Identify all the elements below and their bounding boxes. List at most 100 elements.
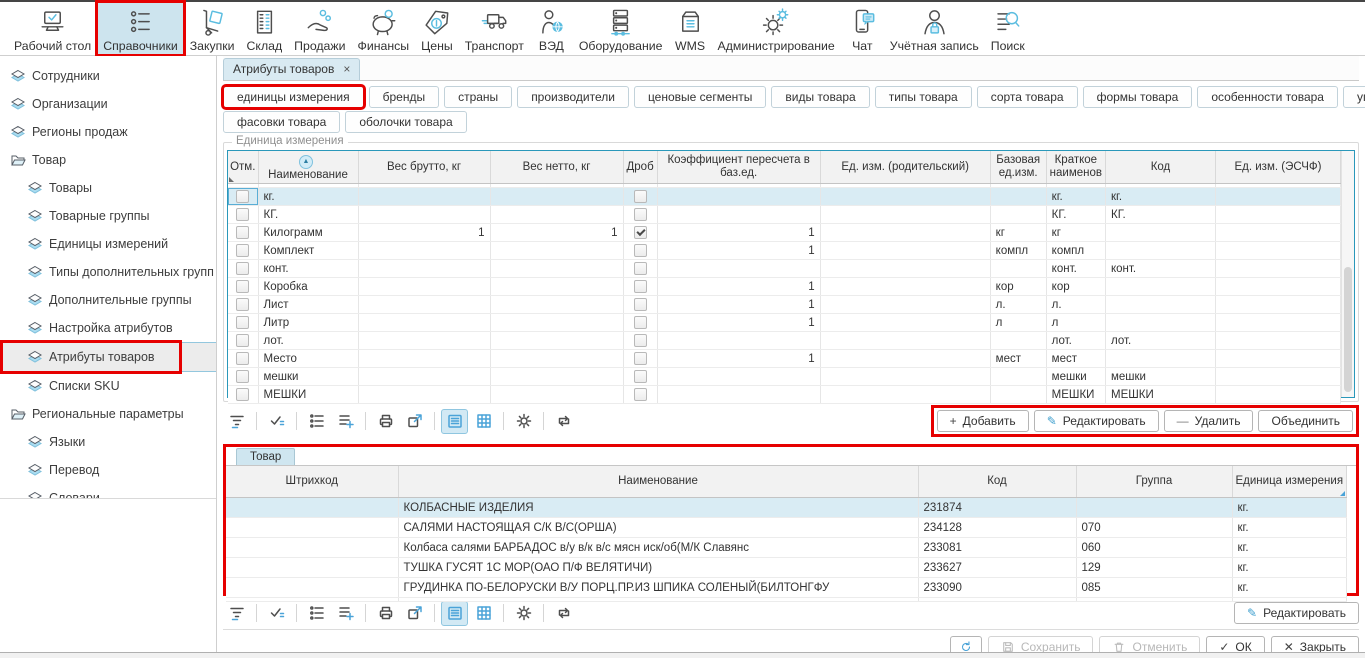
subtab-страны[interactable]: страны bbox=[444, 86, 512, 108]
products-table-row[interactable]: ТУШКА ГУСЯТ 1С МОР(ОАО П/Ф ВЕЛЯТИЧИ)2336… bbox=[226, 558, 1347, 578]
checkbox[interactable] bbox=[236, 208, 249, 221]
products-col-header[interactable]: Код bbox=[918, 466, 1076, 498]
subtab-единицы-измерения[interactable]: единицы измерения bbox=[223, 86, 364, 108]
units-col-header[interactable]: Код bbox=[1106, 151, 1216, 184]
checkbox[interactable] bbox=[634, 316, 647, 329]
checkbox[interactable] bbox=[236, 370, 249, 383]
sidebar-item-сотрудники[interactable]: Сотрудники bbox=[0, 62, 216, 90]
units-table-row[interactable]: кг.кг.кг. bbox=[228, 188, 1341, 206]
products-table-row[interactable]: Колбаса салями БАРБАДОС в/у в/к в/с мясн… bbox=[226, 538, 1347, 558]
units-table-row[interactable]: мешкимешкимешки bbox=[228, 368, 1341, 386]
units-table-row[interactable]: МЕШКИМЕШКИМЕШКИ bbox=[228, 386, 1341, 404]
sidebar-item-организации[interactable]: Организации bbox=[0, 90, 216, 118]
products-col-header[interactable]: Штрихкод bbox=[226, 466, 398, 498]
checkbox[interactable] bbox=[634, 190, 647, 203]
checkbox[interactable] bbox=[236, 334, 249, 347]
checkbox[interactable] bbox=[634, 280, 647, 293]
refresh-loop-button[interactable] bbox=[550, 409, 577, 434]
units-col-header[interactable]: Ед. изм. (ЭСЧФ) bbox=[1216, 151, 1341, 184]
checkbox[interactable] bbox=[236, 226, 249, 239]
toolbar-item-transport[interactable]: Транспорт bbox=[459, 2, 530, 55]
scrollbar-thumb[interactable] bbox=[1344, 267, 1352, 392]
toolbar-item-desktop[interactable]: Рабочий стол bbox=[8, 2, 97, 55]
toolbar-item-admin[interactable]: Администрирование bbox=[712, 2, 841, 55]
list-add-button[interactable] bbox=[332, 601, 359, 626]
settings-button[interactable] bbox=[510, 409, 537, 434]
units-table-row[interactable]: Комплект1комплкомпл bbox=[228, 242, 1341, 260]
toolbar-item-finance[interactable]: Финансы bbox=[352, 2, 416, 55]
toolbar-item-purchases[interactable]: Закупки bbox=[184, 2, 241, 55]
sidebar-item-перевод[interactable]: Перевод bbox=[0, 456, 216, 484]
products-table-row[interactable]: КОЛБАСНЫЕ ИЗДЕЛИЯ231874кг. bbox=[226, 498, 1347, 518]
checkbox[interactable] bbox=[236, 316, 249, 329]
numbered-list-button[interactable] bbox=[303, 601, 330, 626]
units-col-header[interactable]: Вес брутто, кг bbox=[358, 151, 490, 184]
units-table-row[interactable]: конт.конт.конт. bbox=[228, 260, 1341, 278]
apply-filter-button[interactable] bbox=[263, 409, 290, 434]
products-col-header[interactable]: Наименование bbox=[398, 466, 918, 498]
units-col-header[interactable]: Ед. изм. (родительский) bbox=[820, 151, 990, 184]
edit-button[interactable]: ✎Редактировать bbox=[1034, 410, 1159, 432]
sidebar-item-языки[interactable]: Языки bbox=[0, 428, 216, 456]
list-add-button[interactable] bbox=[332, 409, 359, 434]
filter-button[interactable] bbox=[223, 601, 250, 626]
export-button[interactable] bbox=[401, 409, 428, 434]
toolbar-item-catalogs[interactable]: Справочники bbox=[97, 2, 184, 55]
numbered-list-button[interactable] bbox=[303, 409, 330, 434]
units-table-row[interactable]: Коробка1коркор bbox=[228, 278, 1341, 296]
checkbox[interactable] bbox=[634, 244, 647, 257]
products-table-row[interactable]: САЛЯМИ НАСТОЯЩАЯ С/К В/С(ОРША)234128070к… bbox=[226, 518, 1347, 538]
export-button[interactable] bbox=[401, 601, 428, 626]
sidebar-item-региональные-параметры[interactable]: Региональные параметры bbox=[0, 400, 216, 428]
toolbar-item-account[interactable]: Учётная запись bbox=[884, 2, 985, 55]
units-table-row[interactable]: Лист1л.л. bbox=[228, 296, 1341, 314]
checkbox[interactable] bbox=[236, 352, 249, 365]
toolbar-item-ved[interactable]: ВЭД bbox=[530, 2, 573, 55]
subtab-типы-товара[interactable]: типы товара bbox=[875, 86, 972, 108]
merge-button[interactable]: Объединить bbox=[1258, 410, 1353, 432]
units-col-header[interactable]: Коэффициент пересчета в баз.ед. bbox=[657, 151, 820, 184]
units-col-header[interactable]: Краткое наименов bbox=[1046, 151, 1105, 184]
close-icon[interactable]: × bbox=[343, 64, 350, 74]
units-table-scrollbar[interactable] bbox=[1341, 151, 1354, 397]
sidebar-item-товары[interactable]: Товары bbox=[0, 174, 216, 202]
checkbox[interactable] bbox=[634, 370, 647, 383]
toolbar-item-prices[interactable]: Цены bbox=[415, 2, 459, 55]
toolbar-item-sales[interactable]: Продажи bbox=[288, 2, 351, 55]
units-table-row[interactable]: лот.лот.лот. bbox=[228, 332, 1341, 350]
sidebar-item-типы-дополнительных-групп[interactable]: Типы дополнительных групп bbox=[0, 258, 216, 286]
checkbox[interactable] bbox=[634, 334, 647, 347]
delete-button[interactable]: —Удалить bbox=[1164, 410, 1254, 432]
sidebar-item-словари[interactable]: Словари bbox=[0, 484, 216, 499]
subtab-производители[interactable]: производители bbox=[517, 86, 629, 108]
units-col-header[interactable]: Вес нетто, кг bbox=[490, 151, 623, 184]
checkbox[interactable] bbox=[236, 244, 249, 257]
subtab-формы-товара[interactable]: формы товара bbox=[1083, 86, 1193, 108]
products-col-header[interactable]: Группа bbox=[1076, 466, 1232, 498]
checkbox[interactable] bbox=[236, 190, 249, 203]
sidebar-item-атрибуты-товаров[interactable]: Атрибуты товаров bbox=[0, 342, 216, 372]
units-table-row[interactable]: Килограмм111кгкг bbox=[228, 224, 1341, 242]
sidebar-item-товарные-группы[interactable]: Товарные группы bbox=[0, 202, 216, 230]
units-table-row[interactable]: КГ.КГ.КГ. bbox=[228, 206, 1341, 224]
subtab-оболочки-товара[interactable]: оболочки товара bbox=[345, 111, 466, 133]
subtab-особенности-товара[interactable]: особенности товара bbox=[1197, 86, 1338, 108]
edit-product-button[interactable]: ✎ Редактировать bbox=[1234, 602, 1359, 624]
checkbox[interactable] bbox=[634, 352, 647, 365]
subtab-ценовые-сегменты[interactable]: ценовые сегменты bbox=[634, 86, 766, 108]
sidebar-item-регионы-продаж[interactable]: Регионы продаж bbox=[0, 118, 216, 146]
sidebar-item-списки-sku[interactable]: Списки SKU bbox=[0, 372, 216, 400]
toolbar-item-wms[interactable]: WMS bbox=[669, 2, 712, 55]
sidebar-item-настройка-атрибутов[interactable]: Настройка атрибутов bbox=[0, 314, 216, 342]
units-col-header[interactable]: ▲Наименование bbox=[258, 151, 358, 184]
units-table-row[interactable]: Литр1лл bbox=[228, 314, 1341, 332]
checkbox[interactable] bbox=[236, 262, 249, 275]
checkbox[interactable] bbox=[634, 208, 647, 221]
toolbar-item-equipment[interactable]: Оборудование bbox=[573, 2, 669, 55]
checkbox[interactable] bbox=[634, 388, 647, 401]
units-col-header[interactable]: Базовая ед.изм. bbox=[990, 151, 1046, 184]
print-button[interactable] bbox=[372, 409, 399, 434]
checkbox[interactable] bbox=[236, 280, 249, 293]
subtab-бренды[interactable]: бренды bbox=[369, 86, 439, 108]
units-table-row[interactable]: Место1местмест bbox=[228, 350, 1341, 368]
